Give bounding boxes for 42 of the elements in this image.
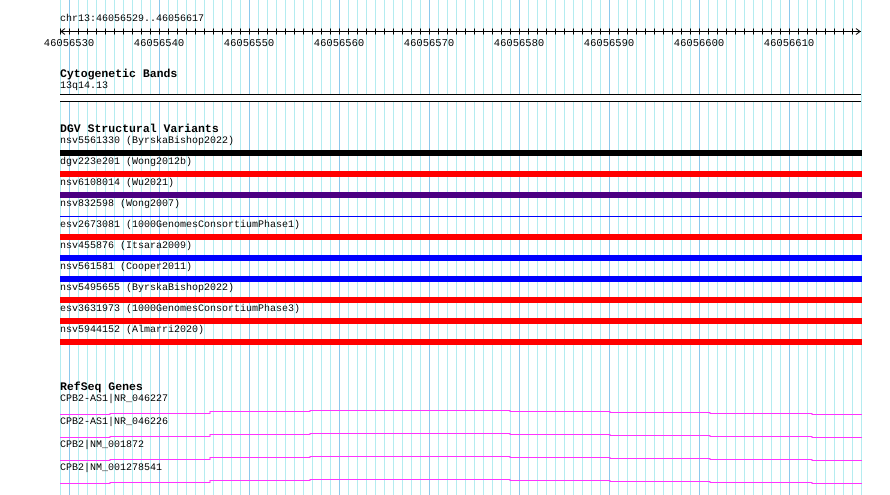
intron-line[interactable] — [60, 479, 862, 484]
feature-label[interactable]: nsv6108014 (Wu2021) — [60, 178, 174, 190]
location-label: chr13:46056529..46056617 — [60, 14, 204, 26]
intron-line[interactable] — [60, 433, 862, 438]
variant-bar[interactable] — [60, 318, 862, 324]
feature-label[interactable]: esv3631973 (1000GenomesConsortiumPhase3) — [60, 304, 300, 316]
variant-bar[interactable] — [60, 339, 862, 345]
variant-bar[interactable] — [60, 192, 862, 198]
feature-label[interactable]: CPB2|NM_001278541 — [60, 463, 162, 475]
variant-bar[interactable] — [60, 297, 862, 303]
feature-label[interactable]: nsv455876 (Itsara2009) — [60, 241, 192, 253]
ruler-tick-label: 46056540 — [134, 38, 184, 50]
feature-label[interactable]: 13q14.13 — [60, 81, 108, 93]
ruler-tick-label: 46056560 — [314, 38, 364, 50]
variant-bar[interactable] — [60, 171, 862, 177]
feature-label[interactable]: nsv561581 (Cooper2011) — [60, 262, 192, 274]
intron-line[interactable] — [60, 456, 862, 461]
feature-label[interactable]: nsv832598 (Wong2007) — [60, 199, 180, 211]
feature-label[interactable]: esv2673081 (1000GenomesConsortiumPhase1) — [60, 220, 300, 232]
feature-label[interactable]: CPB2-AS1|NR_046227 — [60, 394, 168, 406]
feature-label[interactable]: dgv223e201 (Wong2012b) — [60, 157, 192, 169]
ruler-tick-label: 46056580 — [494, 38, 544, 50]
ruler-tick-label: 46056610 — [764, 38, 814, 50]
variant-bar[interactable] — [60, 276, 862, 282]
ruler-tick-label: 46056590 — [584, 38, 634, 50]
variant-bar[interactable] — [60, 150, 862, 156]
track-title: DGV Structural Variants — [60, 124, 219, 136]
ruler-tick-label: 46056600 — [674, 38, 724, 50]
cytoband-bar[interactable] — [60, 94, 861, 102]
feature-label[interactable]: nsv5944152 (Almarri2020) — [60, 325, 204, 337]
ruler-tick-label: 46056570 — [404, 38, 454, 50]
track-title: RefSeq Genes — [60, 382, 143, 394]
ruler-tick-label: 46056530 — [44, 38, 94, 50]
track-title: Cytogenetic Bands — [60, 69, 178, 81]
variant-bar[interactable] — [60, 234, 862, 240]
feature-label[interactable]: CPB2|NM_001872 — [60, 440, 144, 452]
variant-bar[interactable] — [60, 255, 862, 261]
feature-label[interactable]: nsv5495655 (ByrskaBishop2022) — [60, 283, 234, 295]
ruler-tick-label: 46056550 — [224, 38, 274, 50]
intron-line[interactable] — [60, 410, 862, 415]
feature-label[interactable]: nsv5561330 (ByrskaBishop2022) — [60, 136, 234, 148]
feature-label[interactable]: CPB2-AS1|NR_046226 — [60, 417, 168, 429]
